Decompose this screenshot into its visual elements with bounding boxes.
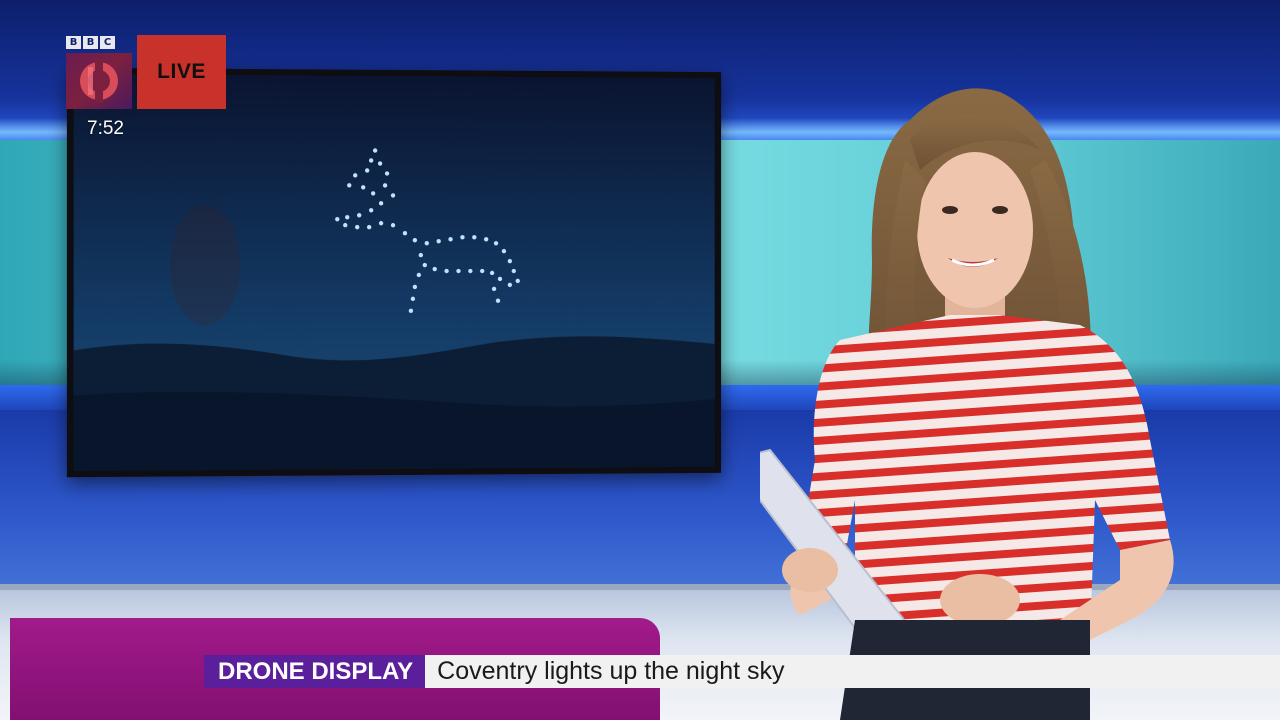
bbc-letter: B bbox=[83, 36, 98, 49]
studio-scene: B B C LIVE 7:52 DRONE DISPLAY Coventry l… bbox=[0, 0, 1280, 720]
bbc-letter: B bbox=[66, 36, 81, 49]
live-badge: LIVE bbox=[137, 35, 226, 109]
broadcast-clock: 7:52 bbox=[87, 118, 124, 139]
bbc-letters: B B C bbox=[66, 36, 115, 49]
presenter bbox=[760, 80, 1220, 720]
channel-logo-shape bbox=[80, 59, 118, 103]
studio-screen bbox=[66, 67, 722, 478]
headline-text: Coventry lights up the night sky bbox=[425, 655, 1280, 688]
lower-third-strap: DRONE DISPLAY Coventry lights up the nig… bbox=[204, 655, 1280, 688]
presenter-figure bbox=[760, 88, 1174, 720]
drone-display-image bbox=[73, 73, 715, 472]
bbc-letter: C bbox=[100, 36, 115, 49]
channel-logo-block: B B C LIVE bbox=[66, 35, 226, 109]
bbc-channel-logo-icon bbox=[66, 53, 132, 109]
story-tag: DRONE DISPLAY bbox=[204, 655, 426, 688]
